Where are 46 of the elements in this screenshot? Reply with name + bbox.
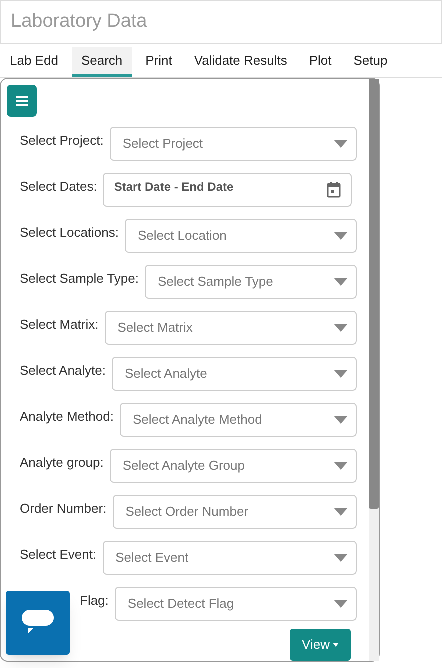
dropdown-caret-icon [334,278,348,286]
field-label: Select Dates: [20,178,98,196]
tab[interactable]: Search [72,47,132,77]
tab[interactable]: Validate Results [186,47,296,77]
calendar-icon [327,182,341,198]
select-field[interactable]: Select Analyte Group [110,449,357,483]
select-field[interactable]: Select Detect Flag [114,587,357,621]
menu-icon [16,96,28,106]
field-label: Select Event: [20,546,97,564]
dropdown-caret-icon [334,508,348,516]
field-label: Select Project: [20,132,104,150]
select-field[interactable]: Select Project [110,127,357,161]
field-label: Order Number: [20,500,107,518]
dropdown-caret-icon [334,554,348,562]
date-range-field[interactable]: Start Date - End Date [103,173,352,207]
select-field[interactable]: Select Event [102,541,357,575]
tab[interactable]: Print [138,47,180,77]
tab[interactable]: Lab Edd [2,47,66,77]
field-label: Select Matrix: [20,316,99,334]
caret-icon [333,643,339,647]
dropdown-caret-icon [334,462,348,470]
field-label: Select Analyte: [20,362,106,380]
select-field[interactable]: Select Location [125,219,357,253]
chat-button[interactable] [6,591,70,655]
view-dropdown-button[interactable]: View [290,629,351,661]
field-label: Flag: [80,592,109,610]
tab[interactable]: Setup [346,47,396,77]
page-title: Laboratory Data [11,10,148,34]
tab[interactable]: Plot [301,47,340,77]
field-label: Select Sample Type: [20,270,139,288]
dropdown-caret-icon [334,140,348,148]
dropdown-caret-icon [334,324,348,332]
chat-bubble-icon [22,610,54,636]
select-field[interactable]: Select Matrix [104,311,357,345]
dropdown-caret-icon [334,370,348,378]
select-field[interactable]: Select Sample Type [145,265,357,299]
field-label: Analyte group: [20,454,104,472]
select-field[interactable]: Select Analyte [112,357,357,391]
dropdown-caret-icon [334,232,348,240]
select-field[interactable]: Select Analyte Method [120,403,357,437]
menu-button[interactable] [7,85,37,117]
dropdown-caret-icon [334,600,348,608]
field-label: Analyte Method: [20,408,114,426]
field-label: Select Locations: [20,224,120,242]
select-field[interactable]: Select Order Number [112,495,357,529]
dropdown-caret-icon [334,416,348,424]
